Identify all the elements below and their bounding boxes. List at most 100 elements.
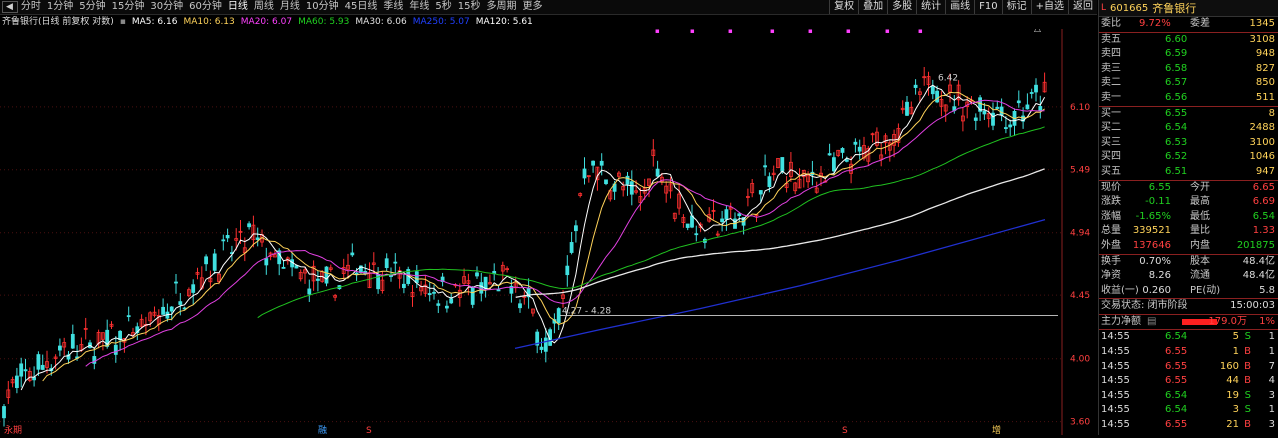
candle-body[interactable]	[604, 179, 608, 185]
candle-body[interactable]	[281, 266, 286, 269]
candlestick-chart[interactable]: 6.10 5.49 4.94 4.45 4.00 3.60 4.27 - 4.28 6.42 ▪…	[0, 24, 1097, 436]
candle-body[interactable]	[1038, 106, 1043, 111]
order-book-row[interactable]: 买二 6.54 2488	[1099, 121, 1278, 136]
candle-body[interactable]	[414, 271, 419, 283]
event-marker[interactable]: 增	[992, 424, 1001, 436]
toolbar-button[interactable]: 叠加	[858, 0, 887, 14]
order-book-row[interactable]: 买三 6.53 3100	[1099, 136, 1278, 151]
candle-body[interactable]	[1004, 127, 1008, 129]
candle-body[interactable]	[999, 106, 1004, 116]
period-tab[interactable]: 15秒	[455, 0, 484, 14]
candle-body[interactable]	[780, 157, 785, 172]
candle-body[interactable]	[294, 265, 299, 269]
period-tab[interactable]: 15分钟	[109, 0, 148, 14]
candle-body[interactable]	[384, 258, 389, 269]
event-marker[interactable]: 永期	[4, 424, 22, 436]
candle-body[interactable]	[518, 303, 522, 309]
candle-body[interactable]	[930, 85, 935, 95]
candle-body[interactable]	[174, 281, 178, 284]
candle-body[interactable]	[169, 306, 174, 312]
period-tab[interactable]: 30分钟	[147, 0, 186, 14]
period-tab[interactable]: 60分钟	[186, 0, 225, 14]
order-book-row[interactable]: 卖五 6.60 3108	[1099, 33, 1278, 48]
period-tab[interactable]: 分时	[18, 0, 44, 14]
candle-body[interactable]	[36, 354, 41, 370]
candle-body[interactable]	[113, 344, 118, 355]
candle-body[interactable]	[857, 146, 862, 152]
candle-body[interactable]	[543, 337, 548, 352]
toolbar-button[interactable]: 复权	[829, 0, 858, 14]
candle-body[interactable]	[204, 256, 209, 265]
period-tab[interactable]: 多周期	[483, 0, 519, 14]
period-tab[interactable]: 5分钟	[76, 0, 108, 14]
candle-body[interactable]	[724, 209, 729, 220]
candle-body[interactable]	[763, 165, 767, 168]
candle-body[interactable]	[569, 242, 574, 253]
candle-body[interactable]	[389, 275, 393, 277]
candle-body[interactable]	[14, 375, 19, 389]
candle-body[interactable]	[905, 101, 909, 116]
candle-body[interactable]	[475, 272, 479, 277]
toolbar-button[interactable]: 统计	[916, 0, 945, 14]
back-arrow-icon[interactable]: ◀	[2, 1, 18, 13]
candle-body[interactable]	[629, 181, 634, 195]
event-marker[interactable]: S	[366, 426, 372, 436]
candle-body[interactable]	[913, 84, 918, 88]
candle-body[interactable]	[70, 333, 75, 349]
candle-body[interactable]	[479, 282, 484, 294]
candle-body[interactable]	[118, 330, 122, 341]
candle-body[interactable]	[225, 235, 230, 239]
period-tab[interactable]: 10分钟	[303, 0, 342, 14]
candle-body[interactable]	[126, 315, 131, 318]
candle-body[interactable]	[58, 345, 62, 351]
candle-body[interactable]	[973, 117, 978, 121]
period-tab[interactable]: 季线	[380, 0, 406, 14]
candle-body[interactable]	[574, 225, 578, 232]
candle-body[interactable]	[191, 284, 196, 293]
event-marker[interactable]: 融	[318, 425, 327, 436]
toolbar-button[interactable]: 返回	[1068, 0, 1097, 14]
candle-body[interactable]	[161, 306, 166, 315]
candle-body[interactable]	[685, 223, 690, 228]
candle-body[interactable]	[470, 286, 475, 305]
period-tab[interactable]: 月线	[277, 0, 303, 14]
period-tab[interactable]: 年线	[406, 0, 432, 14]
candle-body[interactable]	[1029, 92, 1034, 94]
candle-body[interactable]	[393, 261, 398, 264]
candle-body[interactable]	[427, 293, 432, 296]
candle-body[interactable]	[212, 253, 217, 271]
toolbar-button[interactable]: 多股	[887, 0, 916, 14]
candle-body[interactable]	[591, 160, 595, 166]
period-tab[interactable]: 日线	[225, 0, 251, 14]
toolbar-button[interactable]: F10	[974, 0, 1001, 14]
candle-body[interactable]	[935, 90, 939, 103]
toolbar-button[interactable]: +自选	[1030, 0, 1068, 14]
period-tab[interactable]: 1分钟	[44, 0, 76, 14]
order-book-row[interactable]: 卖三 6.58 827	[1099, 62, 1278, 77]
candle-body[interactable]	[19, 363, 24, 377]
kline-svg[interactable]: 6.10 5.49 4.94 4.45 4.00 3.60 4.27 - 4.28 6.42 ▪…	[0, 24, 1097, 436]
candle-body[interactable]	[247, 223, 252, 228]
order-book-row[interactable]: 卖四 6.59 948	[1099, 47, 1278, 62]
order-book-row[interactable]: 卖一 6.56 511	[1099, 91, 1278, 106]
flow-chart-icon[interactable]: ▤	[1147, 315, 1156, 330]
candle-body[interactable]	[449, 298, 454, 304]
candle-body[interactable]	[655, 168, 660, 177]
candle-body[interactable]	[827, 153, 832, 156]
candle-body[interactable]	[483, 276, 488, 290]
candle-body[interactable]	[1034, 84, 1038, 93]
candle-body[interactable]	[401, 283, 406, 289]
order-book-row[interactable]: 买一 6.55 8	[1099, 107, 1278, 122]
candle-body[interactable]	[1008, 124, 1013, 128]
candle-body[interactable]	[720, 218, 724, 223]
event-marker[interactable]: S	[842, 426, 848, 436]
candle-body[interactable]	[565, 265, 570, 276]
period-tab[interactable]: 周线	[251, 0, 277, 14]
candle-body[interactable]	[444, 305, 449, 309]
candle-body[interactable]	[324, 266, 329, 284]
period-tab[interactable]: 5秒	[432, 0, 454, 14]
candle-body[interactable]	[625, 175, 630, 185]
candle-body[interactable]	[582, 168, 587, 179]
candle-body[interactable]	[1016, 100, 1021, 104]
candle-body[interactable]	[694, 233, 699, 236]
